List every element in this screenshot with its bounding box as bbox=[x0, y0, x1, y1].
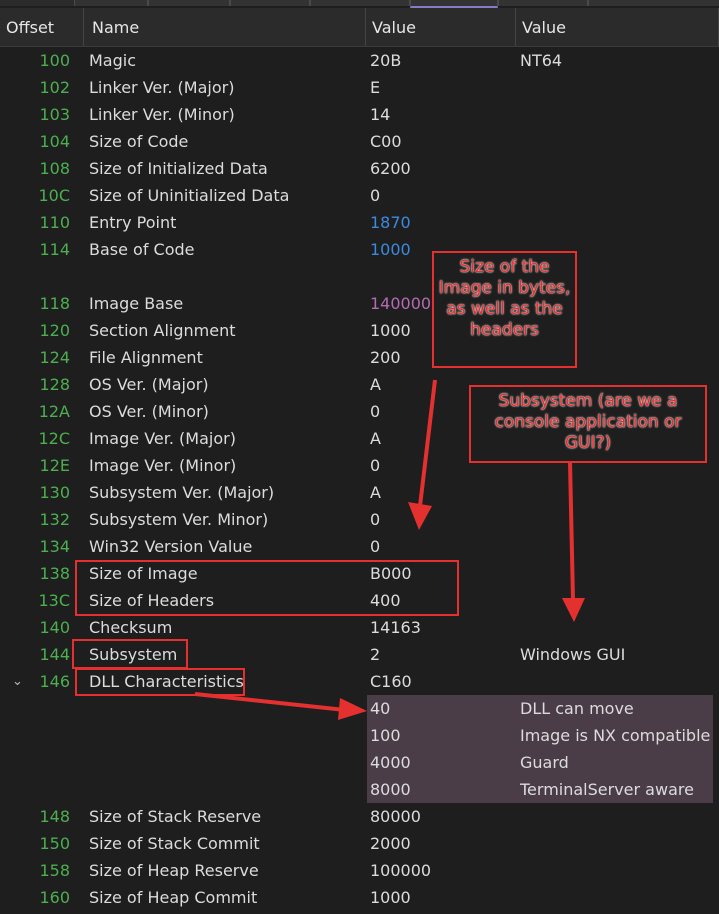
annotation-size-of-image: Size of the Image in bytes, as well as t… bbox=[432, 251, 577, 368]
annotation-subsystem: Subsystem (are we a console application … bbox=[469, 385, 707, 463]
